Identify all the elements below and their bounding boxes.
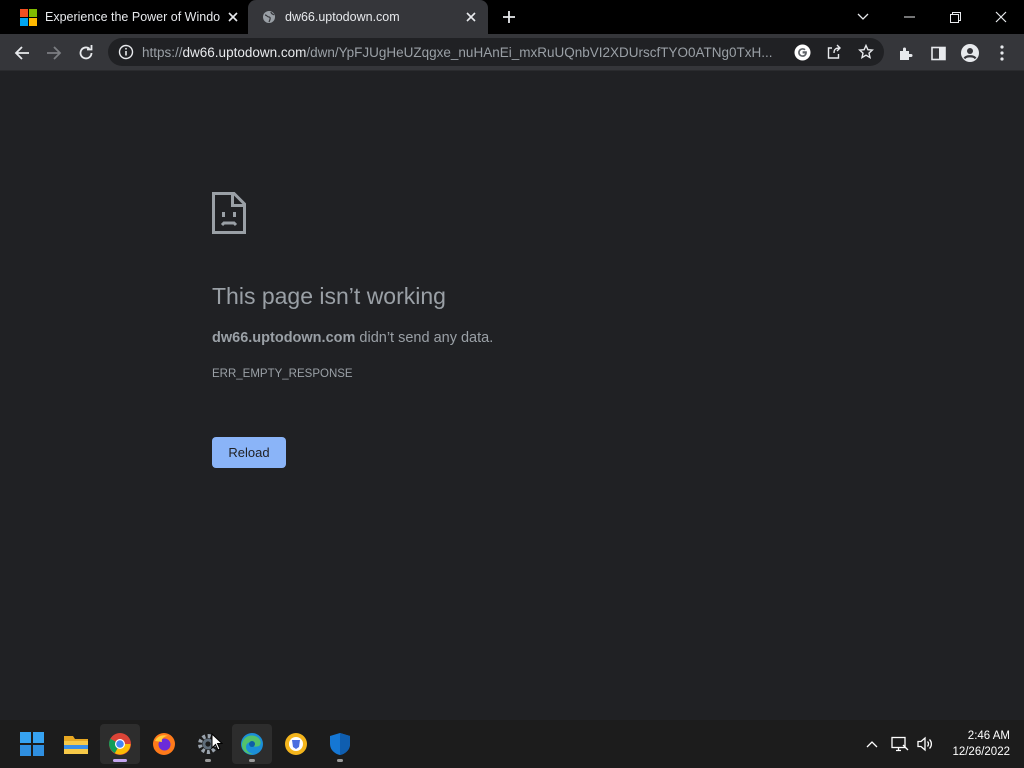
globe-icon [263, 11, 275, 23]
restore-icon[interactable] [932, 0, 978, 34]
firefox-icon[interactable] [144, 724, 184, 764]
clock-date: 12/26/2022 [952, 746, 1010, 758]
info-icon[interactable] [118, 44, 134, 60]
microsoft-logo-icon [20, 8, 37, 26]
error-code: ERR_EMPTY_RESPONSE [212, 368, 353, 380]
extensions-icon[interactable] [893, 40, 919, 66]
mouse-cursor-icon [211, 733, 223, 751]
browser-toolbar: https://dw66.uptodown.com/dwn/YpFJUgHeUZ… [0, 34, 1024, 71]
running-indicator [205, 759, 211, 762]
address-bar[interactable]: https://dw66.uptodown.com/dwn/YpFJUgHeUZ… [108, 38, 884, 66]
error-host: dw66.uptodown.com [212, 330, 356, 346]
error-description: dw66.uptodown.com didn’t send any data. [212, 330, 493, 346]
url-scheme: https:// [142, 45, 183, 60]
close-window-icon[interactable] [978, 0, 1024, 34]
error-message: didn’t send any data. [359, 330, 494, 346]
page-content: This page isn’t working dw66.uptodown.co… [0, 71, 1024, 720]
defender-icon[interactable] [320, 724, 360, 764]
file-explorer-icon[interactable] [56, 724, 96, 764]
clock-time: 2:46 AM [967, 730, 1010, 742]
forward-icon[interactable] [41, 40, 67, 66]
close-tab-icon[interactable] [224, 8, 242, 26]
url-path: /dwn/YpFJUgHeUZqgxe_nuHAnEi_mxRuUQnbVI2X… [306, 45, 773, 60]
tab-title: dw66.uptodown.com [285, 10, 400, 24]
menu-kebab-icon[interactable] [989, 40, 1015, 66]
start-icon[interactable] [12, 724, 52, 764]
url-host: dw66.uptodown.com [182, 45, 307, 60]
tab-search-icon[interactable] [840, 0, 886, 34]
side-panel-icon[interactable] [925, 40, 951, 66]
google-lens-icon[interactable] [793, 43, 811, 61]
volume-icon[interactable] [915, 734, 935, 754]
taskbar: 2:46 AM 12/26/2022 [0, 720, 1024, 768]
network-icon[interactable] [890, 734, 910, 754]
chrome-icon[interactable] [100, 724, 140, 764]
brave-icon[interactable] [276, 724, 316, 764]
clock[interactable]: 2:46 AM 12/26/2022 [944, 728, 1010, 760]
error-title: This page isn’t working [212, 283, 446, 309]
running-indicator [337, 759, 343, 762]
edge-icon[interactable] [232, 724, 272, 764]
reload-button[interactable]: Reload [212, 437, 286, 468]
refresh-icon[interactable] [73, 40, 99, 66]
minimize-icon[interactable] [886, 0, 932, 34]
tab-active[interactable]: dw66.uptodown.com [248, 0, 488, 34]
tab-title: Experience the Power of Windows [45, 10, 220, 24]
bookmark-star-icon[interactable] [857, 43, 875, 61]
close-tab-icon[interactable] [462, 8, 480, 26]
tab-microsoft[interactable]: Experience the Power of Windows [8, 0, 248, 34]
show-hidden-icons-chevron-icon[interactable] [862, 734, 882, 754]
tab-strip: Experience the Power of Windows dw66.upt… [0, 0, 1024, 34]
new-tab-button[interactable] [498, 6, 520, 28]
sad-page-icon [212, 192, 246, 234]
profile-icon[interactable] [957, 40, 983, 66]
back-icon[interactable] [9, 40, 35, 66]
running-indicator [113, 759, 127, 762]
running-indicator [249, 759, 255, 762]
share-icon[interactable] [825, 43, 843, 61]
url-text[interactable]: https://dw66.uptodown.com/dwn/YpFJUgHeUZ… [142, 45, 782, 60]
